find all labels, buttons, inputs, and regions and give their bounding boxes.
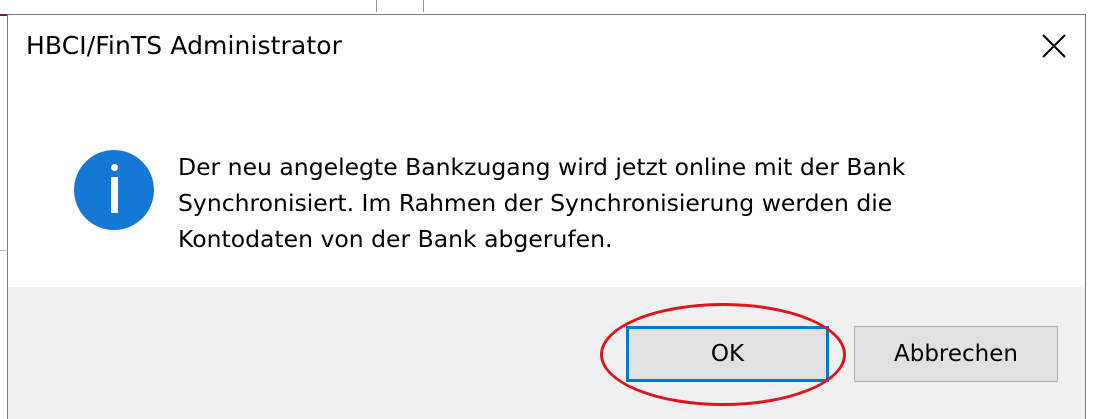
message-dialog: HBCI/FinTS Administrator Der neu angeleg… <box>7 14 1086 419</box>
message-line: Kontodaten von der Bank abgerufen. <box>178 225 613 253</box>
dialog-content: Der neu angelegte Bankzugang wird jetzt … <box>8 77 1085 287</box>
close-icon <box>1042 34 1066 58</box>
dialog-title: HBCI/FinTS Administrator <box>26 31 343 60</box>
ok-button[interactable]: OK <box>626 326 829 382</box>
background-divider <box>423 0 424 12</box>
dialog-titlebar: HBCI/FinTS Administrator <box>8 15 1085 77</box>
background-divider <box>376 0 377 12</box>
message-line: Synchronisiert. Im Rahmen der Synchronis… <box>178 189 893 217</box>
info-icon <box>74 150 154 230</box>
dialog-message: Der neu angelegte Bankzugang wird jetzt … <box>178 149 1058 257</box>
message-line: Der neu angelegte Bankzugang wird jetzt … <box>178 153 906 181</box>
close-button[interactable] <box>1023 15 1085 77</box>
dialog-button-bar: OK Abbrechen <box>8 287 1085 419</box>
cancel-button[interactable]: Abbrechen <box>854 326 1058 382</box>
background-divider <box>0 250 6 251</box>
